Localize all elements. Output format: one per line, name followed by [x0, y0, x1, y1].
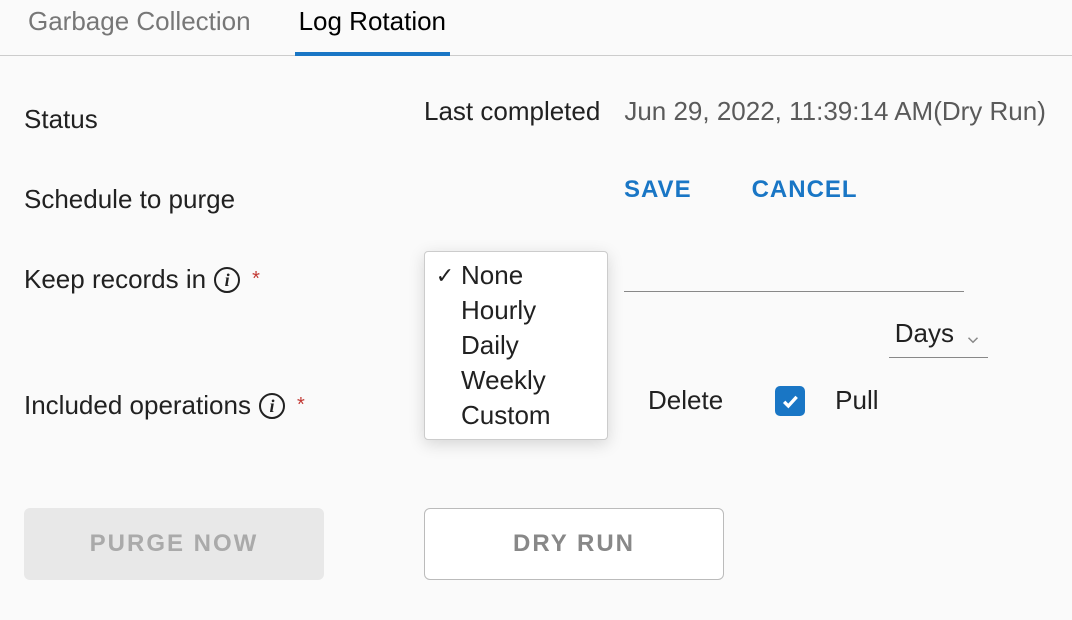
- check-icon: ✓: [435, 263, 455, 289]
- tabs-bar: Garbage Collection Log Rotation: [0, 0, 1072, 56]
- save-button[interactable]: SAVE: [624, 176, 692, 204]
- delete-checkbox-label: Delete: [648, 385, 723, 416]
- dropdown-option-label: None: [461, 260, 523, 291]
- dropdown-option-label: Weekly: [461, 365, 546, 396]
- cancel-button[interactable]: CANCEL: [752, 176, 858, 204]
- required-asterisk: *: [297, 394, 305, 417]
- included-ops-label: Included operations: [24, 390, 251, 421]
- dropdown-option-weekly[interactable]: Weekly: [425, 363, 607, 398]
- last-completed-label: Last completed: [424, 96, 600, 127]
- chevron-down-icon: [964, 325, 982, 343]
- dropdown-option-label: Daily: [461, 330, 519, 361]
- pull-checkbox-label: Pull: [835, 385, 878, 416]
- dropdown-option-custom[interactable]: Custom: [425, 398, 607, 433]
- check-icon: [780, 391, 800, 411]
- required-asterisk: *: [252, 268, 260, 291]
- unit-select-value: Days: [895, 318, 954, 349]
- info-icon[interactable]: i: [259, 393, 285, 419]
- schedule-dropdown[interactable]: ✓ None Hourly Daily Weekly Custom: [424, 251, 608, 440]
- schedule-label: Schedule to purge: [24, 176, 424, 215]
- status-row: Status Last completed Jun 29, 2022, 11:3…: [24, 96, 1048, 152]
- last-completed-value: Jun 29, 2022, 11:39:14 AM(Dry Run): [624, 96, 1046, 127]
- dry-run-button[interactable]: DRY RUN: [424, 508, 724, 580]
- content-area: Status Last completed Jun 29, 2022, 11:3…: [0, 56, 1072, 580]
- dropdown-option-daily[interactable]: Daily: [425, 328, 607, 363]
- pull-checkbox[interactable]: [775, 386, 805, 416]
- tab-log-rotation[interactable]: Log Rotation: [295, 0, 450, 55]
- dropdown-option-hourly[interactable]: Hourly: [425, 293, 607, 328]
- info-icon[interactable]: i: [214, 267, 240, 293]
- tab-garbage-collection[interactable]: Garbage Collection: [24, 0, 255, 55]
- action-buttons: PURGE NOW DRY RUN: [24, 508, 1048, 580]
- keep-records-label: Keep records in: [24, 264, 206, 295]
- keep-records-input[interactable]: [624, 256, 964, 292]
- dropdown-option-none[interactable]: ✓ None: [425, 258, 607, 293]
- schedule-row: Schedule to purge SAVE CANCEL: [24, 176, 1048, 232]
- dropdown-option-label: Hourly: [461, 295, 536, 326]
- unit-select[interactable]: Days: [889, 316, 988, 358]
- purge-now-button: PURGE NOW: [24, 508, 324, 580]
- status-label: Status: [24, 96, 424, 135]
- dropdown-option-label: Custom: [461, 400, 551, 431]
